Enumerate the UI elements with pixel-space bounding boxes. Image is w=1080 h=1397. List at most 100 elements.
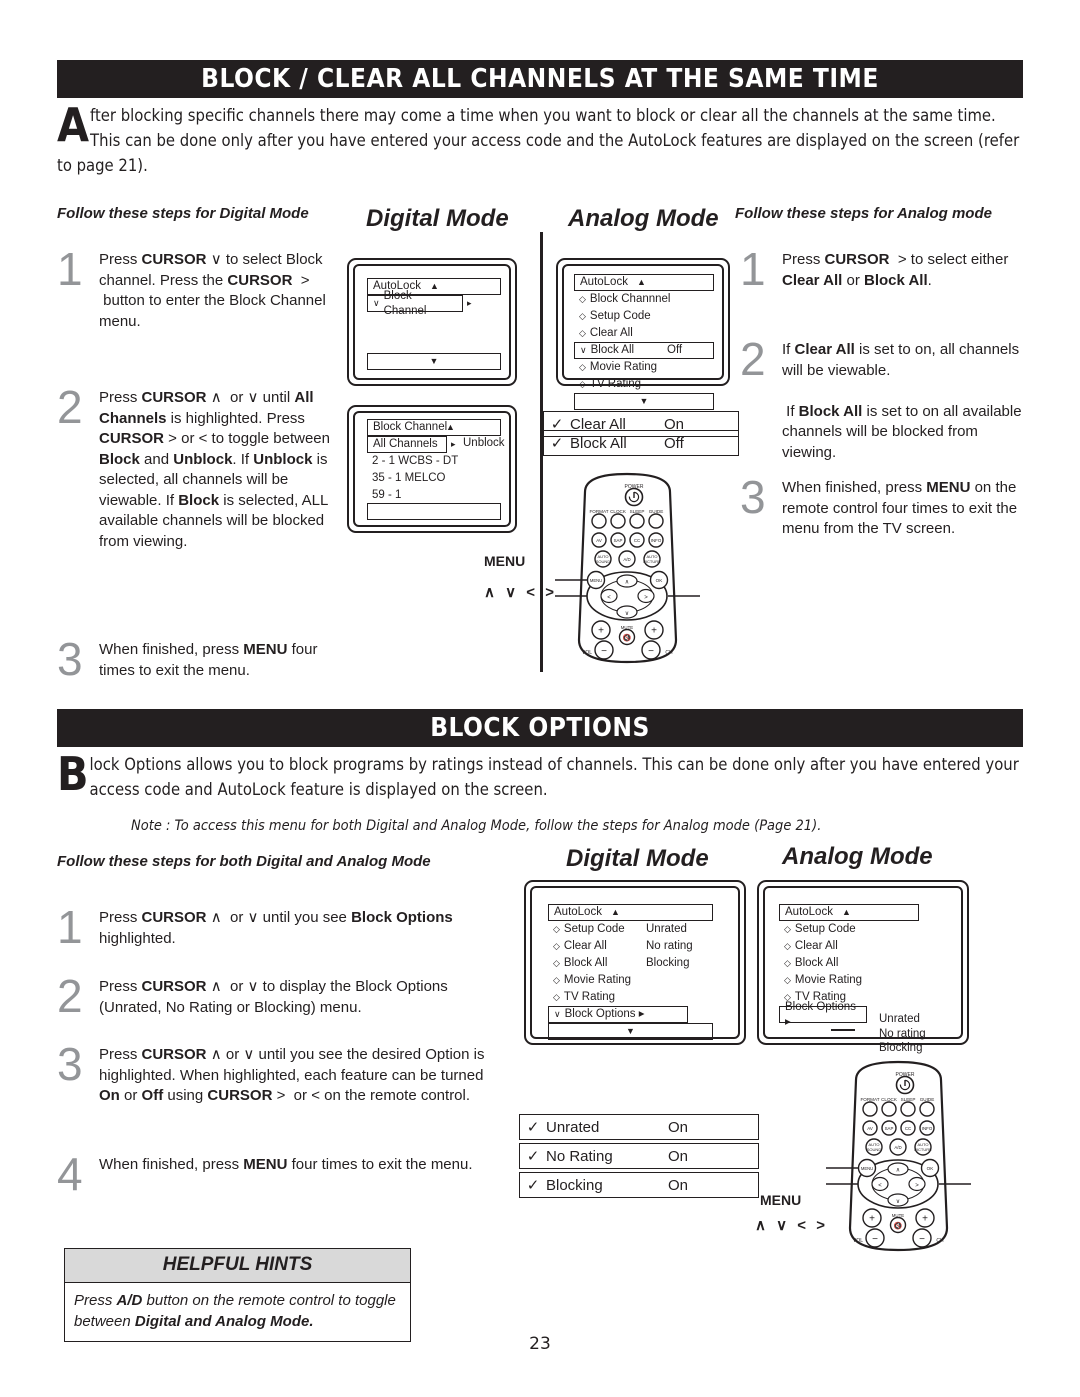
step-b4: 4 When finished, press MENU four times t… <box>57 1151 497 1197</box>
bod-bullet-icon-2: ◇ <box>553 958 560 969</box>
boa-side-values: Unrated No rating Blocking <box>879 1012 926 1056</box>
bod-value-0: Unrated <box>646 923 687 936</box>
section1-banner-title: BLOCK / CLEAR ALL CHANNELS AT THE SAME T… <box>201 64 879 94</box>
boa-row-0[interactable]: ◇ Setup Code <box>779 921 939 938</box>
as1-row-5[interactable]: ◇ TV Rating <box>574 376 714 393</box>
section1-intro: After blocking specific channels there m… <box>57 102 1023 178</box>
svg-text:CC: CC <box>905 1126 911 1131</box>
boa-underline <box>831 1029 855 1031</box>
bod-down-caret: ▼ <box>626 1026 635 1037</box>
remote-top-menu-callout: MENU <box>484 553 526 569</box>
section1-right-heading: Follow these steps for Analog mode <box>735 205 992 222</box>
section2-digital-caption: Digital Mode <box>566 845 709 872</box>
svg-text:+: + <box>598 626 604 637</box>
svg-text:SOUND: SOUND <box>596 559 611 564</box>
as1-row-3[interactable]: ∨ Block All Off <box>574 342 714 359</box>
boa-row-1[interactable]: ◇ Clear All <box>779 938 939 955</box>
step-d2-number: 2 <box>57 381 83 433</box>
ds2-channel-1: 35 - 1 MELCO <box>372 472 446 485</box>
boa-side-value-1: No rating <box>879 1027 926 1040</box>
remote-control-bottom: POWER FORMAT CLOCK SLEEP GUIDE AV SAP CC… <box>826 1058 971 1258</box>
as1-label-0: Block Channnel <box>589 293 671 306</box>
as1-title-bar: AutoLock ▲ <box>574 274 714 291</box>
blocking-check-icon: ✓ <box>526 1177 540 1194</box>
svg-text:PICTURE: PICTURE <box>643 559 661 564</box>
helpful-hints-header: HELPFUL HINTS <box>65 1249 410 1283</box>
bod-row-0[interactable]: ◇ Setup Code Unrated <box>548 921 713 938</box>
bod-label-3: Movie Rating <box>563 974 632 987</box>
svg-text:CLOCK: CLOCK <box>881 1097 898 1102</box>
svg-text:>: > <box>644 595 648 601</box>
manual-page: BLOCK / CLEAR ALL CHANNELS AT THE SAME T… <box>0 0 1080 1397</box>
boa-label-0: Setup Code <box>794 923 856 936</box>
boa-bullet-icon-1: ◇ <box>784 941 791 952</box>
remote-control-top: POWER FORMAT CLOCK SLEEP GUIDE AV SAP CC… <box>555 470 700 670</box>
option-bar-norating[interactable]: ✓ No Rating On <box>519 1143 759 1169</box>
step-d1: 1 Press CURSOR ∨ to select Block channel… <box>57 246 342 332</box>
as1-bullet-icon-0: ◇ <box>579 294 586 305</box>
blockall-check-icon: ✓ <box>550 435 564 452</box>
helpful-hints-box: HELPFUL HINTS Press A/D button on the re… <box>64 1248 411 1342</box>
remote-top-cursor-callout: ∧ ∨ < > <box>484 584 557 601</box>
bod-row-1[interactable]: ◇ Clear All No rating <box>548 938 713 955</box>
blockall-value: Off <box>664 434 684 452</box>
page-number: 23 <box>529 1334 551 1354</box>
boa-title-bar: AutoLock ▲ <box>779 904 919 921</box>
ds2-bottom-bar <box>367 503 501 520</box>
section1-left-heading: Follow these steps for Digital Mode <box>57 205 309 222</box>
svg-text:+: + <box>651 626 657 637</box>
as1-row-4[interactable]: ◇ Movie Rating <box>574 359 714 376</box>
as1-bullet-icon-3: ∨ <box>580 345 587 356</box>
as1-bullet-icon-4: ◇ <box>579 362 586 373</box>
svg-text:MENU: MENU <box>590 578 602 583</box>
svg-text:🔇: 🔇 <box>894 1221 903 1230</box>
ds1-bottom-bar: ▼ <box>367 353 501 370</box>
bod-row-5[interactable]: ∨ Block Options ▸ <box>548 1006 688 1023</box>
boa-highlight-row: Block Options ▸ <box>779 1001 867 1028</box>
step-a3: 3 When finished, press MENU on the remot… <box>740 474 1030 540</box>
bod-row-3[interactable]: ◇ Movie Rating <box>548 972 713 989</box>
step-b4-text: When finished, press MENU four times to … <box>99 1156 473 1173</box>
boa-row-3[interactable]: ◇ Movie Rating <box>779 972 939 989</box>
bod-title: AutoLock <box>554 906 602 919</box>
option-bar-blocking[interactable]: ✓ Blocking On <box>519 1172 759 1198</box>
svg-text:∨: ∨ <box>896 1199 900 1205</box>
option-bar-unrated[interactable]: ✓ Unrated On <box>519 1114 759 1140</box>
blocking-value: On <box>668 1176 689 1194</box>
bod-row-4[interactable]: ◇ TV Rating <box>548 989 713 1006</box>
svg-text:FORMAT: FORMAT <box>589 509 608 514</box>
svg-text:∨: ∨ <box>625 611 629 617</box>
bod-label-2: Block All <box>563 957 608 970</box>
svg-text:GUIDE: GUIDE <box>920 1097 935 1102</box>
step-d3: 3 When finished, press MENU four times t… <box>57 636 342 682</box>
ds2-channel-0: 2 - 1 WCBS - DT <box>372 455 459 468</box>
svg-text:∧: ∧ <box>625 580 629 586</box>
svg-text:FORMAT: FORMAT <box>860 1097 879 1102</box>
step-b2-text: Press CURSOR ∧ or ∨ to display the Block… <box>99 978 448 1016</box>
as1-item-list: ◇ Block Channnel ◇ Setup Code ◇ Clear All ∨ Blo… <box>574 291 714 393</box>
unrated-value: On <box>668 1118 689 1136</box>
norating-check-icon: ✓ <box>526 1148 540 1165</box>
bod-up-caret: ▲ <box>611 907 620 918</box>
blocking-label: Blocking <box>546 1176 603 1194</box>
bod-row-2[interactable]: ◇ Block All Blocking <box>548 955 713 972</box>
ds2-highlight-value: Unblock <box>463 437 505 449</box>
svg-text:∧: ∧ <box>896 1168 900 1174</box>
as1-row-1[interactable]: ◇ Setup Code <box>574 308 714 325</box>
boa-row-2[interactable]: ◇ Block All <box>779 955 939 972</box>
as1-row-0[interactable]: ◇ Block Channnel <box>574 291 714 308</box>
as1-row-2[interactable]: ◇ Clear All <box>574 325 714 342</box>
boa-side-value-0: Unrated <box>879 1013 920 1025</box>
remote-bottom-menu-callout: MENU <box>760 1192 802 1208</box>
bod-bullet-icon-3: ◇ <box>553 975 560 986</box>
step-a1: 1 Press CURSOR > to select either Clear … <box>740 246 1025 292</box>
digital-screen-1: AutoLock ▲ ∨ Block Channel ▸ ▼ <box>347 258 517 386</box>
bod-label-1: Clear All <box>563 940 607 953</box>
svg-text:<: < <box>607 595 611 601</box>
svg-text:SAP: SAP <box>885 1126 894 1131</box>
svg-text:SOUND: SOUND <box>867 1147 882 1152</box>
analog-blockall-bar[interactable]: ✓ Block All Off <box>543 430 739 456</box>
svg-text:−: − <box>919 1234 925 1245</box>
norating-label: No Rating <box>546 1147 613 1165</box>
ds2-up-caret: ▲ <box>446 422 455 433</box>
